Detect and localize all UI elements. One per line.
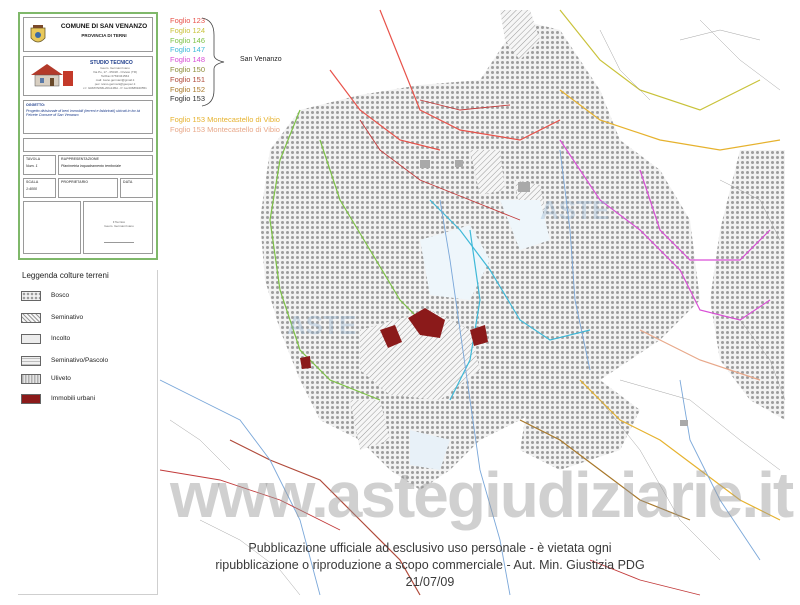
title-block: COMUNE DI SAN VENANZO PROVINCIA DI TERNI… (18, 12, 158, 260)
legend-swatch-urbani (21, 394, 41, 404)
tavola-label: TAVOLA (26, 157, 41, 161)
scala-box: SCALA 1:4000 (23, 178, 56, 198)
rappresentazione-box: RAPPRESENTAZIONE Planimetria inquadramen… (58, 155, 153, 175)
oggetto-box: OGGETTO: Progetto divisionale di beni im… (23, 100, 153, 134)
watermark-site: www.astegiudiziarie.it (170, 459, 794, 531)
house-logo-icon (31, 64, 73, 87)
legend-item: Incolto (21, 334, 156, 346)
montecastello-list: Foglio 153 Montecastello di Vibio Foglio … (170, 115, 280, 135)
parcel-4 (300, 356, 311, 369)
legend-item: Seminativo/Pascolo (21, 356, 156, 368)
studio-contact-lines: Geom. Germani Ivano Via Po, 17 - 05018 - … (80, 66, 150, 90)
studio-contact-line: c.f. GRMVNI66L20G148H - P. iva 006869405… (83, 86, 147, 90)
legend-label: Seminativo (51, 314, 84, 321)
studio-box: STUDIO TECNICO Geom. Germani Ivano Via Po… (23, 56, 153, 96)
notice-line-1: Pubblicazione ufficiale ad esclusivo uso… (248, 541, 612, 555)
legend-label: Incolto (51, 335, 71, 342)
legend-title: Leggenda colture terreni (22, 271, 109, 280)
fogli-group-label: San Venanzo (240, 56, 282, 63)
foglio-label: Foglio 152 (170, 84, 206, 94)
comune-crest-icon (30, 25, 46, 43)
firma-box: Il Tecnico Geom. Germani Ivano (83, 201, 153, 254)
rappresentazione-label: RAPPRESENTAZIONE (61, 157, 99, 161)
legend-item: Bosco (21, 291, 156, 303)
scala-label: SCALA (26, 180, 39, 184)
header-box: COMUNE DI SAN VENANZO PROVINCIA DI TERNI (23, 17, 153, 52)
montecastello-foglio-label: Foglio 153 Montecastello di Vibio (170, 125, 280, 134)
firma-line: Geom. Germani Ivano (104, 224, 134, 228)
foglio-label: Foglio 146 (170, 35, 206, 45)
foglio-label: Foglio 153 (170, 94, 206, 104)
oggetto-label: OGGETTO: (26, 103, 46, 107)
data-box: DATA (120, 178, 153, 198)
legend-label: Immobili urbani (51, 395, 96, 402)
foglio-label: Foglio 124 (170, 25, 206, 35)
foglio-label: Foglio 150 (170, 64, 206, 74)
foglio-label: Foglio 151 (170, 74, 206, 84)
provincia-name: PROVINCIA DI TERNI (81, 33, 127, 38)
legend-swatch-incolto (21, 334, 41, 344)
legend-label: Bosco (51, 292, 70, 299)
signature-line (104, 242, 134, 243)
legend-item: Uliveto (21, 374, 156, 386)
legend-swatch-uliveto (21, 374, 41, 384)
foglio-label: Foglio 123 (170, 16, 206, 25)
montecastello-foglio-label: Foglio 153 Montecastello di Vibio (170, 115, 280, 124)
publication-notice: Pubblicazione ufficiale ad esclusivo uso… (200, 540, 660, 591)
foglio-label: Foglio 147 (170, 45, 206, 55)
empty-row-box (23, 138, 153, 152)
oggetto-text: Progetto divisionale di beni immobili (t… (26, 109, 141, 117)
tavola-value: Num. 1 (26, 164, 38, 168)
legend-swatch-bosco (21, 291, 41, 301)
proprietario-label: PROPRIETARIO (61, 180, 89, 184)
scala-value: 1:4000 (26, 187, 37, 191)
legend-swatch-pascolo (21, 356, 41, 366)
firma-left-box (23, 201, 81, 254)
proprietario-box: PROPRIETARIO (58, 178, 118, 198)
legend-item: Immobili urbani (21, 394, 156, 406)
watermark-asta-1: ASTE (287, 310, 357, 340)
legend-label: Uliveto (51, 375, 71, 382)
firma-text: Il Tecnico Geom. Germani Ivano (84, 220, 154, 228)
tavola-box: TAVOLA Num. 1 (23, 155, 56, 175)
data-label: DATA (123, 180, 133, 184)
legend-label: Seminativo/Pascolo (51, 357, 109, 364)
rappresentazione-value: Planimetria inquadramento territoriale (61, 164, 121, 168)
notice-line-2: ripubblicazione o riproduzione a scopo c… (215, 558, 645, 589)
legend: Leggenda colture terreni Bosco Seminativo… (18, 270, 158, 595)
legend-swatch-seminativo (21, 313, 41, 323)
legend-item: Seminativo (21, 313, 156, 325)
watermark-asta-2: ASTE (540, 195, 610, 225)
comune-name: COMUNE DI SAN VENANZO (60, 23, 148, 30)
